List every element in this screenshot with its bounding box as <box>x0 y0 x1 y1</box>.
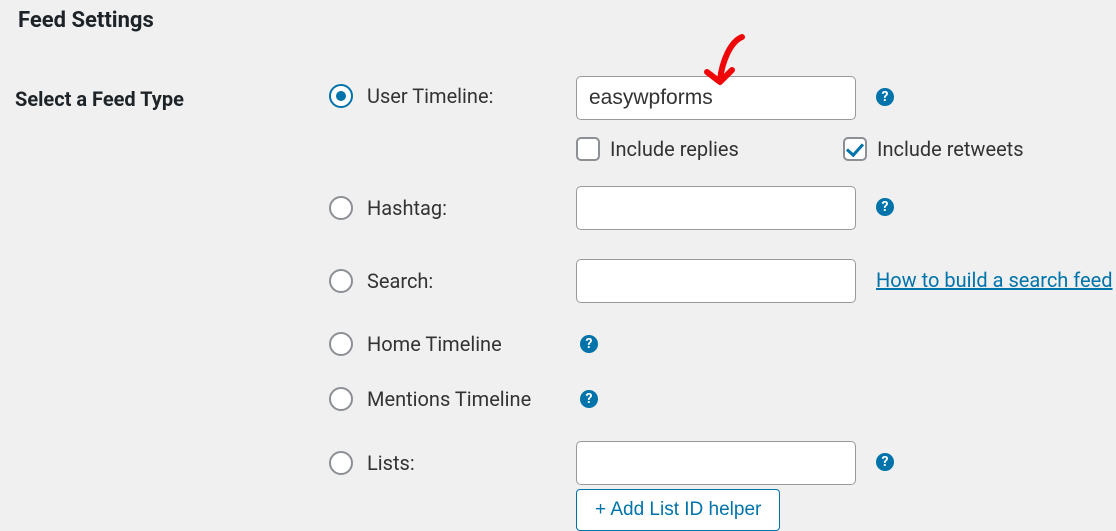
help-icon[interactable]: ? <box>580 335 598 353</box>
how-to-build-search-feed-link[interactable]: How to build a search feed <box>876 268 1113 292</box>
user-timeline-input[interactable] <box>576 76 856 120</box>
user-timeline-label: User Timeline: <box>367 84 493 108</box>
home-timeline-label: Home Timeline <box>367 332 502 356</box>
include-retweets-checkbox[interactable] <box>843 137 867 161</box>
radio-user-timeline[interactable] <box>329 84 353 108</box>
radio-home-timeline[interactable] <box>329 332 353 356</box>
radio-lists[interactable] <box>329 451 353 475</box>
hashtag-input[interactable] <box>576 186 856 230</box>
radio-mentions-timeline[interactable] <box>329 387 353 411</box>
select-feed-type-label: Select a Feed Type <box>15 87 184 111</box>
help-icon[interactable]: ? <box>876 453 894 471</box>
include-replies-checkbox[interactable] <box>576 137 600 161</box>
radio-hashtag[interactable] <box>329 196 353 220</box>
radio-search[interactable] <box>329 269 353 293</box>
mentions-timeline-label: Mentions Timeline <box>367 387 531 411</box>
help-icon[interactable]: ? <box>876 88 894 106</box>
add-list-id-helper-button[interactable]: + Add List ID helper <box>576 489 780 531</box>
lists-input[interactable] <box>576 441 856 485</box>
lists-label: Lists: <box>367 451 415 475</box>
search-input[interactable] <box>576 259 856 303</box>
feed-settings-heading: Feed Settings <box>18 8 154 33</box>
hashtag-label: Hashtag: <box>367 196 447 220</box>
help-icon[interactable]: ? <box>580 390 598 408</box>
include-replies-label: Include replies <box>610 137 739 161</box>
include-retweets-label: Include retweets <box>877 137 1024 161</box>
search-label: Search: <box>367 269 433 293</box>
help-icon[interactable]: ? <box>876 198 894 216</box>
